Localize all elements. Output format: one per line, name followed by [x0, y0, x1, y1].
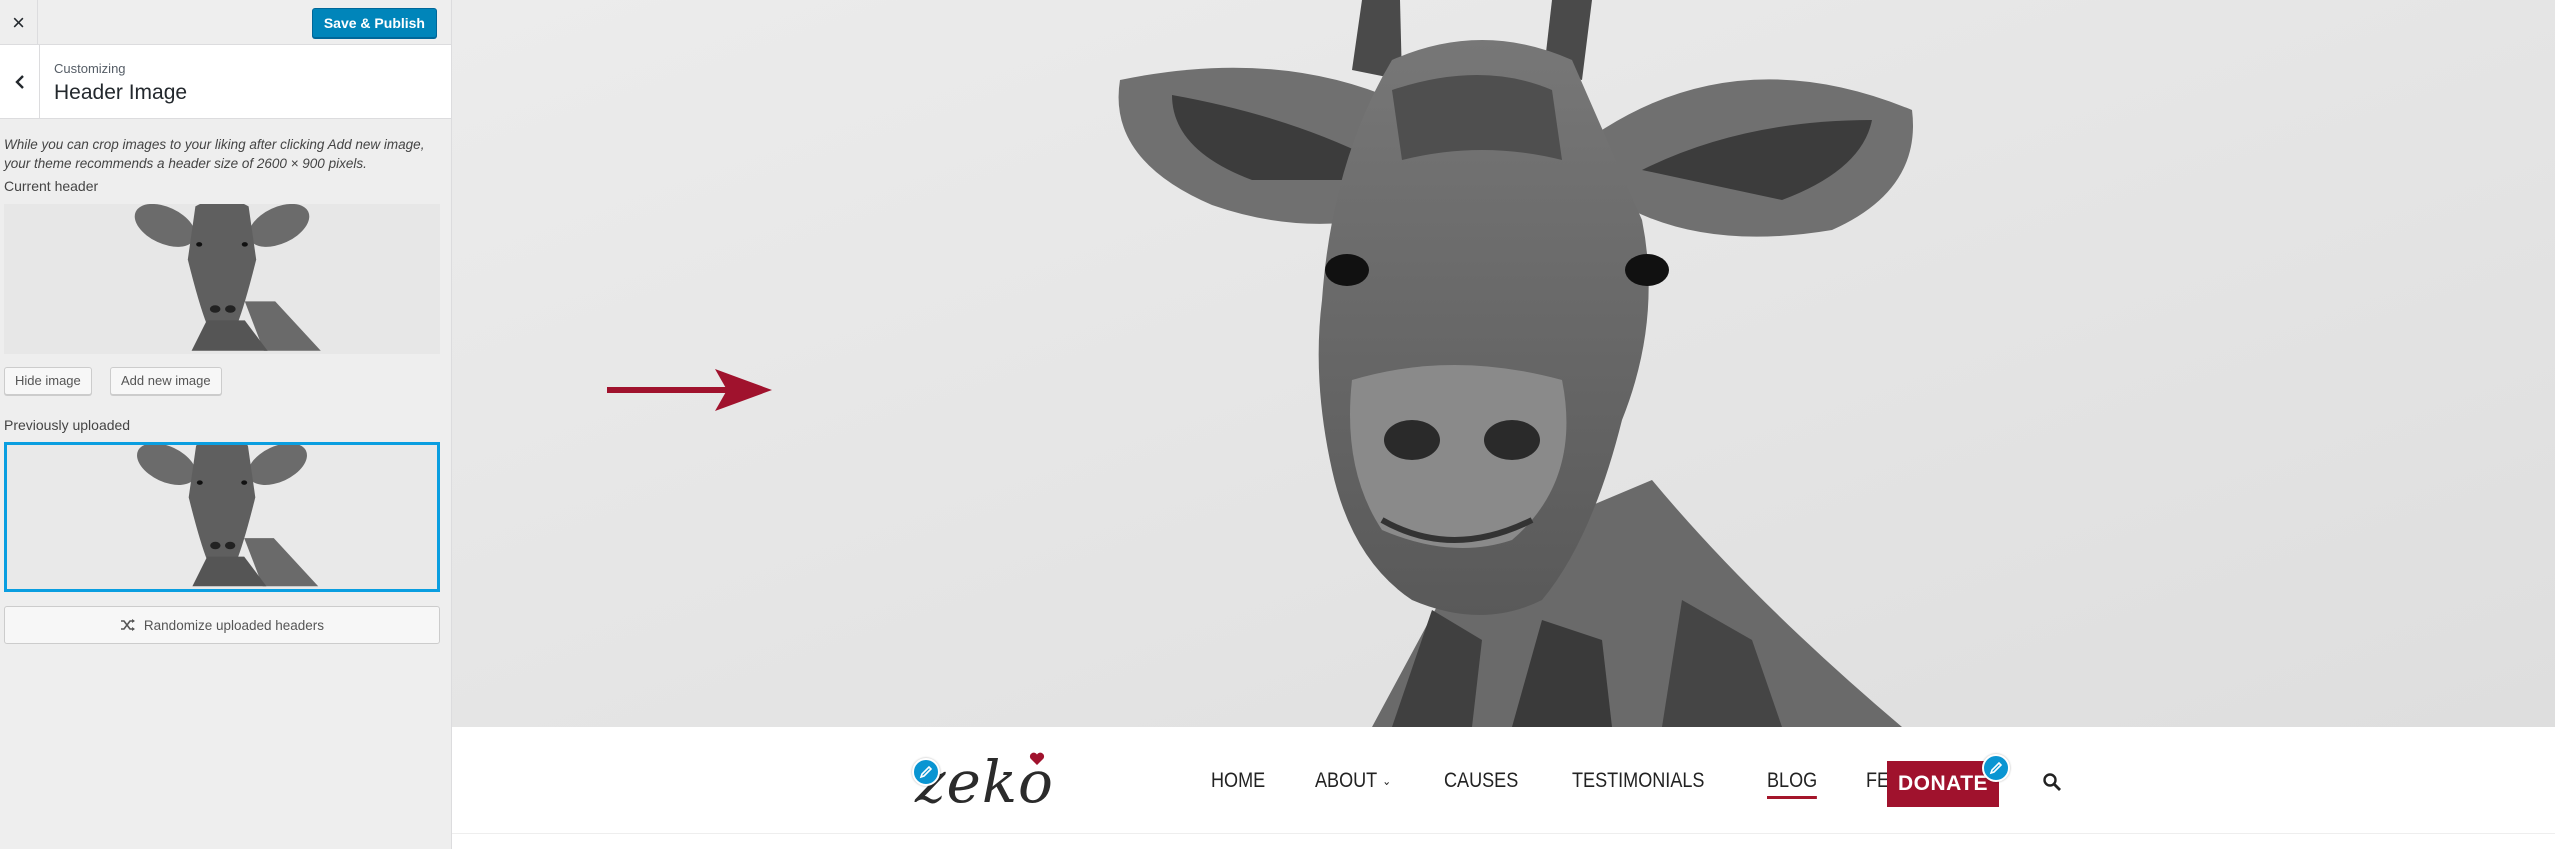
pencil-icon[interactable]: [912, 758, 940, 786]
shuffle-icon: [120, 619, 135, 631]
menu-item-about[interactable]: ABOUT ⌄: [1315, 769, 1391, 793]
chevron-down-icon: ⌄: [1382, 774, 1392, 788]
arrow-icon: [607, 369, 772, 411]
breadcrumb: Customizing: [54, 61, 126, 76]
add-new-image-button[interactable]: Add new image: [110, 367, 222, 395]
menu-item-causes[interactable]: CAUSES: [1444, 769, 1518, 793]
menu-item-blog[interactable]: BLOG: [1766, 769, 1817, 799]
menu-item-testimonials[interactable]: TESTIMONIALS: [1572, 769, 1704, 793]
menu-label: CAUSES: [1444, 769, 1519, 792]
hide-image-button[interactable]: Hide image: [4, 367, 92, 395]
menu-label: ABOUT: [1315, 769, 1378, 792]
current-header-label: Current header: [4, 178, 99, 194]
randomize-headers-button[interactable]: Randomize uploaded headers: [4, 606, 440, 644]
section-title: Header Image: [54, 81, 188, 104]
close-icon[interactable]: ×: [0, 0, 38, 45]
header-size-description: While you can crop images to your liking…: [4, 137, 425, 171]
uploaded-header-thumbnail[interactable]: [4, 442, 440, 592]
menu-label: HOME: [1211, 769, 1266, 792]
customizer-header: × Save & Publish: [0, 0, 451, 45]
current-header-thumbnail: [4, 204, 440, 354]
customizer-sidebar: × Save & Publish Customizing Header Imag…: [0, 0, 452, 849]
previously-uploaded-label: Previously uploaded: [4, 417, 131, 433]
save-publish-button[interactable]: Save & Publish: [311, 8, 437, 38]
site-navbar: zeko HOME ABOUT ⌄ CAUSES TESTIMONIALS BLO…: [452, 727, 2555, 834]
header-image: [452, 0, 2555, 727]
menu-label: BLOG: [1766, 769, 1817, 792]
back-chevron-icon[interactable]: [0, 45, 40, 119]
randomize-label: Randomize uploaded headers: [143, 617, 325, 633]
search-icon[interactable]: [2042, 772, 2062, 792]
menu-item-home[interactable]: HOME: [1211, 769, 1265, 793]
menu-label: TESTIMONIALS: [1571, 769, 1705, 792]
pencil-icon[interactable]: [1982, 754, 2010, 782]
section-header: Customizing Header Image: [0, 45, 451, 119]
site-preview: zeko HOME ABOUT ⌄ CAUSES TESTIMONIALS BLO…: [452, 0, 2555, 849]
heart-icon: [1029, 752, 1045, 765]
